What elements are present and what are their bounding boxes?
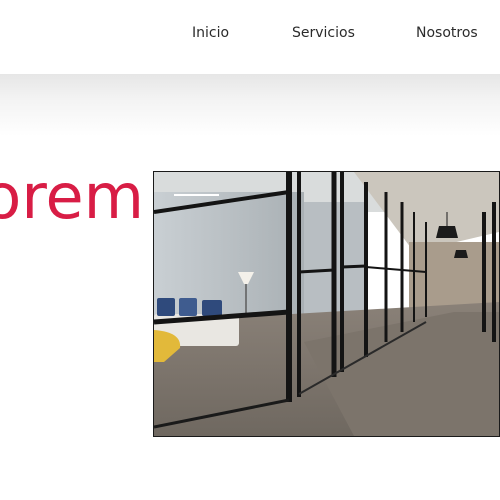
office-corridor-photo <box>154 172 499 436</box>
header-shadow-band <box>0 74 500 136</box>
nav-link-servicios[interactable]: Servicios <box>292 25 355 41</box>
nav-link-inicio[interactable]: Inicio <box>192 25 229 41</box>
nav-link-nosotros[interactable]: Nosotros <box>416 25 478 41</box>
hero-title: orem <box>0 160 144 233</box>
page: Inicio Servicios Nosotros orem <box>0 0 500 500</box>
hero-image <box>153 171 500 437</box>
top-navbar: Inicio Servicios Nosotros <box>0 0 500 74</box>
